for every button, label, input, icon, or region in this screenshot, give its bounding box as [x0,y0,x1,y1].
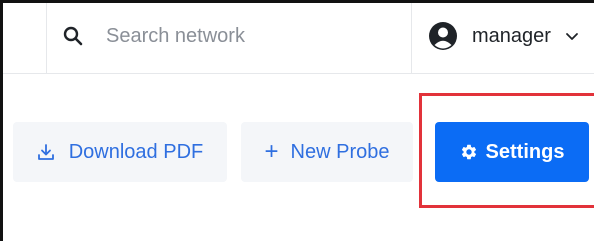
search-placeholder[interactable]: Search network [106,25,245,48]
search-icon [62,25,84,47]
top-navigation-bar: Search network manager [3,3,594,74]
download-pdf-label: Download PDF [68,140,204,163]
highlight-annotation-box [419,93,594,208]
download-icon [37,143,55,161]
username[interactable]: manager [472,25,551,48]
chevron-down-icon[interactable] [565,29,579,43]
new-probe-label: New Probe [290,140,390,163]
new-probe-button[interactable]: + New Probe [241,122,413,182]
topbar-divider [411,3,412,73]
user-circle-icon [428,21,458,51]
search-field[interactable]: Search network [58,19,245,53]
user-menu[interactable]: manager [428,18,579,54]
plus-icon: + [264,138,279,165]
download-pdf-button[interactable]: Download PDF [13,122,227,182]
topbar-divider [46,3,47,73]
